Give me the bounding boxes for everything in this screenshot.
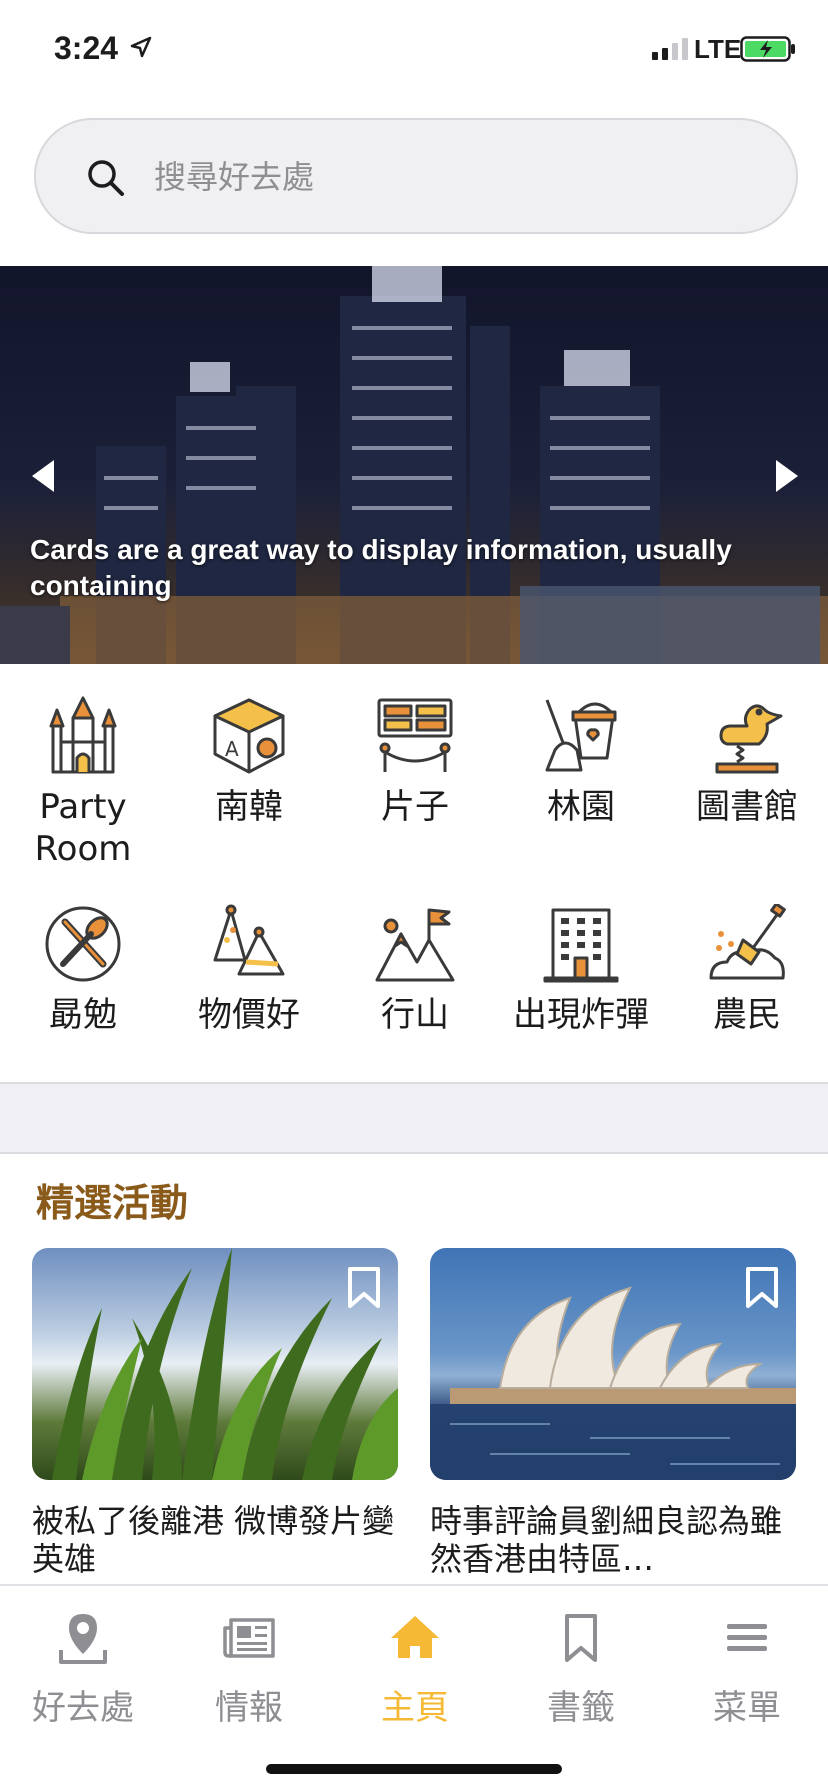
location-pin-icon — [59, 1614, 107, 1664]
party-hat-icon — [213, 904, 285, 976]
category-south-korea[interactable]: A 南韓 — [166, 696, 332, 828]
exhibit-sign-icon — [377, 698, 453, 772]
newspaper-icon — [223, 1618, 275, 1658]
banner-carousel[interactable]: Cards are a great way to display informa… — [0, 266, 828, 664]
section-title: 精選活動 — [36, 1181, 189, 1225]
search-bar[interactable] — [34, 118, 798, 234]
tab-menu[interactable]: 菜單 — [664, 1610, 828, 1729]
carousel-next-arrow-icon[interactable] — [772, 456, 802, 496]
bookmark-icon[interactable] — [744, 1266, 780, 1310]
shovel-icon — [709, 904, 786, 980]
home-icon — [391, 1616, 439, 1658]
category-label: 林園 — [547, 787, 615, 827]
home-indicator[interactable] — [266, 1764, 562, 1774]
tab-label: 書籤 — [547, 1688, 615, 1728]
category-farmers[interactable]: 農民 — [664, 904, 828, 1036]
food-plate-icon — [45, 906, 121, 982]
carousel-prev-arrow-icon[interactable] — [28, 456, 58, 496]
tab-news[interactable]: 情報 — [166, 1610, 332, 1729]
tab-label: 主頁 — [381, 1688, 449, 1728]
search-input[interactable] — [154, 150, 714, 204]
category-label: 物價好 — [198, 995, 300, 1035]
category-party-room[interactable]: Party Room — [0, 696, 166, 870]
tab-bookmarks[interactable]: 書籤 — [498, 1610, 664, 1729]
location-arrow-icon — [130, 36, 152, 58]
tab-places[interactable]: 好去處 — [0, 1610, 166, 1729]
mountain-flag-icon — [375, 908, 455, 982]
tab-label: 好去處 — [32, 1688, 134, 1728]
banner-image — [0, 266, 828, 664]
status-time: 3:24 — [54, 30, 119, 66]
bookmark-icon[interactable] — [346, 1266, 382, 1310]
category-hiking[interactable]: 行山 — [332, 904, 498, 1036]
category-good-prices[interactable]: 物價好 — [166, 904, 332, 1036]
card-title: 被私了後離港 微博發片變英雄 — [32, 1502, 395, 1578]
building-icon — [543, 908, 619, 983]
category-label: 行山 — [381, 995, 449, 1035]
network-label: LTE — [694, 34, 742, 64]
signal-strength-icon — [652, 38, 688, 60]
category-films[interactable]: 片子 — [332, 696, 498, 828]
card-title: 時事評論員劉細良認為雖然香港由特區… — [430, 1502, 783, 1578]
search-icon — [88, 160, 124, 196]
category-label: 圖書館 — [696, 787, 798, 827]
category-forest-garden[interactable]: 林園 — [498, 696, 664, 828]
grass-photo — [52, 1248, 398, 1480]
card-image — [32, 1248, 398, 1480]
bookmark-icon — [565, 1614, 597, 1662]
category-label: 農民 — [713, 995, 781, 1035]
tab-bar: 好去處 情報 主頁 書籤 菜單 — [0, 1584, 828, 1792]
toy-block-icon: A — [213, 698, 285, 774]
category-label: 片子 — [381, 787, 449, 827]
status-bar: 3:24 LTE — [0, 0, 828, 96]
category-label: 出現炸彈 — [513, 995, 649, 1035]
featured-card[interactable]: 時事評論員劉細良認為雖然香港由特區… — [430, 1248, 796, 1578]
category-encouragement[interactable]: 勗勉 — [0, 904, 166, 1036]
tab-label: 菜單 — [713, 1688, 781, 1728]
section-divider — [0, 1082, 828, 1154]
category-label: 勗勉 — [49, 995, 117, 1035]
svg-text:A: A — [225, 737, 239, 761]
opera-house-photo — [430, 1286, 796, 1480]
category-label: Party Room — [34, 787, 132, 869]
category-label: 南韓 — [215, 787, 283, 827]
featured-card[interactable]: 被私了後離港 微博發片變英雄 — [32, 1248, 398, 1578]
category-bomb[interactable]: 出現炸彈 — [498, 904, 664, 1036]
castle-icon — [49, 696, 117, 774]
menu-icon — [727, 1624, 767, 1651]
tab-home[interactable]: 主頁 — [332, 1610, 498, 1729]
card-image — [430, 1248, 796, 1480]
battery-charging-icon — [740, 36, 795, 62]
banner-caption: Cards are a great way to display informa… — [30, 534, 732, 601]
sand-bucket-icon — [545, 699, 617, 772]
rocking-duck-icon — [715, 704, 783, 774]
tab-label: 情報 — [215, 1688, 283, 1728]
category-library[interactable]: 圖書館 — [664, 696, 828, 828]
